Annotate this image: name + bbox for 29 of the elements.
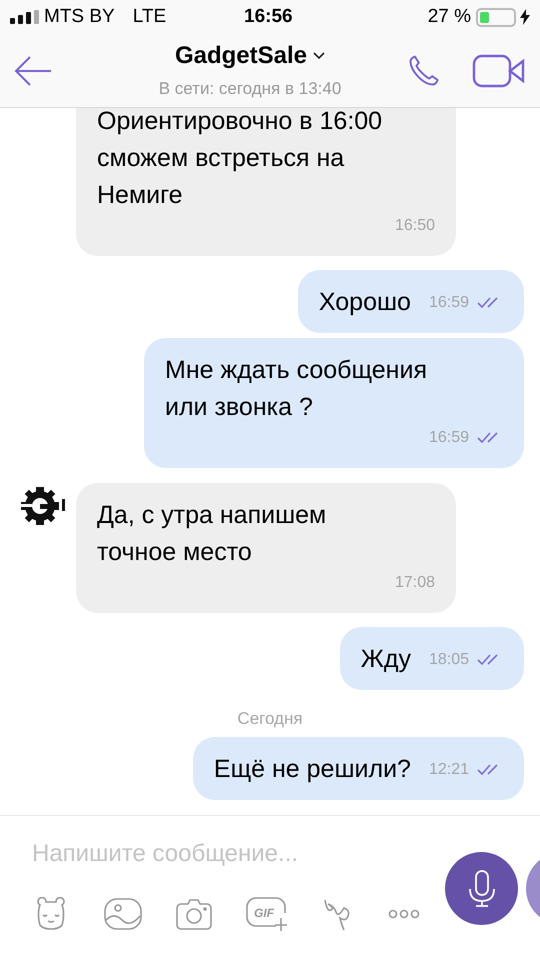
- signal-icon: [10, 10, 42, 24]
- message-text: Ещё не решили?: [214, 754, 411, 785]
- message-text: Да, с утра напишем точное место: [97, 500, 328, 568]
- back-arrow-icon[interactable]: [14, 54, 52, 86]
- message-time: 16:59: [428, 292, 469, 312]
- message-input[interactable]: Напишите сообщение...: [32, 836, 402, 872]
- message-text: Жду: [360, 644, 411, 674]
- video-camera-icon[interactable]: [472, 54, 526, 88]
- date-separator: Сегодня: [237, 708, 303, 730]
- chevron-down-icon[interactable]: [313, 52, 326, 60]
- message-text: Мне ждать сообщения или звонка ?: [165, 354, 428, 422]
- message-text: Ориентировочно в 16:00 сможем встреться на Немиге: [97, 108, 384, 210]
- gallery-icon[interactable]: [104, 897, 142, 931]
- message-time: 12:21: [428, 760, 469, 780]
- camera-icon[interactable]: [176, 898, 212, 930]
- battery-percent: 27 %: [428, 4, 471, 29]
- message-time: 16:59: [428, 428, 469, 448]
- message-text: Хорошо: [318, 286, 411, 318]
- carrier-name: MTS BY: [44, 4, 115, 29]
- microphone-icon: [468, 868, 496, 908]
- message-time: 18:05: [428, 650, 469, 670]
- network-type: LTE: [132, 4, 166, 29]
- contact-name[interactable]: GadgetSale: [174, 38, 308, 74]
- message-time: 17:08: [394, 572, 435, 592]
- clock: 16:56: [244, 4, 293, 29]
- message-time: 16:50: [394, 216, 435, 236]
- more-icon[interactable]: [388, 909, 420, 919]
- last-seen: В сети: сегодня в 13:40: [158, 78, 342, 100]
- charging-icon: [520, 9, 530, 25]
